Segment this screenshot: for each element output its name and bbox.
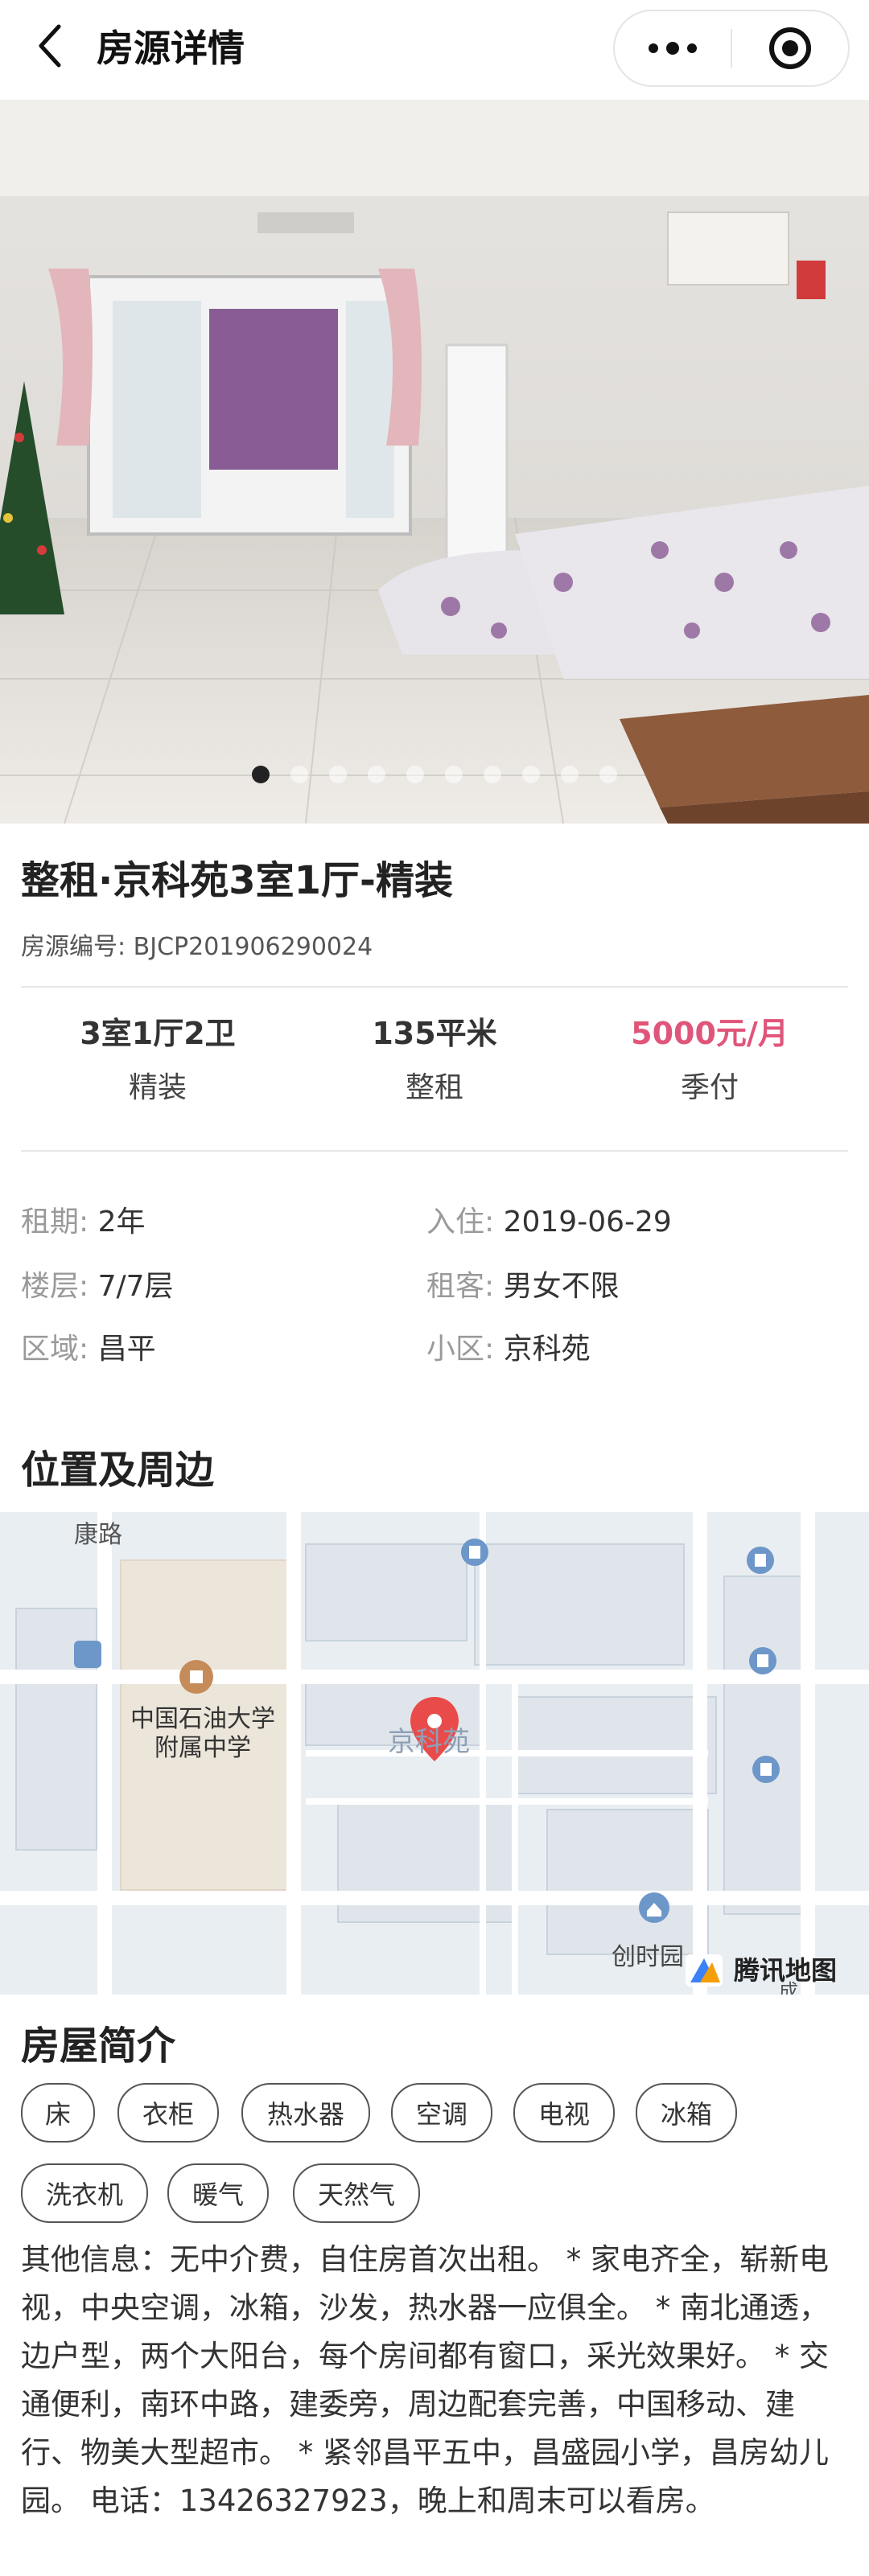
facility-tag: 电视 — [513, 2083, 615, 2143]
stat-area: 135平米 整租 — [314, 1009, 555, 1106]
more-button[interactable] — [615, 11, 731, 85]
key-stats: 3室1厅2卫 精装 135平米 整租 5000元/月 季付 — [21, 1009, 848, 1113]
divider — [21, 1150, 848, 1152]
location-title: 位置及周边 — [21, 1448, 215, 1493]
detail-label: 楼层: — [21, 1270, 89, 1303]
map-edge-label: 成 — [779, 1980, 798, 1995]
map-school-label: 中国石油大学 附属中学 — [106, 1705, 299, 1763]
facility-tag: 床 — [21, 2083, 95, 2143]
top-nav-bar: 房源详情 — [0, 0, 869, 100]
stat-price: 5000元/月 季付 — [589, 1009, 830, 1106]
detail-value: 昌平 — [97, 1333, 156, 1366]
back-button[interactable] — [23, 18, 79, 74]
mini-program-capsule — [613, 10, 850, 87]
close-capsule-button[interactable] — [732, 11, 848, 85]
price-value: 5000元/月 — [631, 1016, 789, 1051]
facility-tag: 洗衣机 — [21, 2163, 148, 2223]
house-description: 其他信息：无中介费，自住房首次出租。 * 家电齐全，崭新电视，中央空调，冰箱，沙… — [21, 2242, 830, 2518]
listing-code: 房源编号: BJCP201906290024 — [21, 926, 373, 962]
more-dots-icon — [649, 42, 697, 55]
carousel-dot[interactable] — [522, 766, 540, 783]
house-photo-carousel[interactable] — [0, 100, 869, 824]
facility-tag: 冰箱 — [636, 2083, 737, 2143]
detail-label: 区域: — [21, 1333, 89, 1366]
stat-sub: 整租 — [405, 1071, 463, 1104]
living-room-photo — [0, 100, 869, 824]
detail-value: 7/7层 — [97, 1270, 174, 1303]
carousel-dot[interactable] — [368, 766, 385, 783]
facility-tag: 衣柜 — [117, 2083, 219, 2143]
stat-value: 3室1厅2卫 — [80, 1016, 236, 1051]
back-arrow-icon — [39, 24, 61, 68]
page-title: 房源详情 — [97, 27, 245, 70]
detail-value: 2年 — [97, 1206, 146, 1239]
facility-tag: 热水器 — [241, 2083, 370, 2143]
detail-value: 男女不限 — [503, 1270, 620, 1303]
carousel-dot[interactable] — [445, 766, 463, 783]
map-school-line2: 附属中学 — [154, 1734, 251, 1762]
map-pin-label: 京科苑 — [388, 1726, 470, 1758]
detail-tenant: 租客: 男女不限 — [426, 1263, 620, 1304]
listing-title: 整租·京科苑3室1厅-精装 — [21, 858, 453, 903]
carousel-dot[interactable] — [599, 766, 617, 783]
detail-label: 租期: — [21, 1206, 89, 1239]
detail-label: 小区: — [426, 1333, 495, 1366]
listing-code-value: BJCP201906290024 — [133, 933, 373, 961]
listing-code-label: 房源编号: — [21, 933, 134, 961]
stat-sub: 精装 — [128, 1071, 187, 1104]
stat-layout: 3室1厅2卫 精装 — [37, 1009, 278, 1106]
carousel-dot[interactable] — [290, 766, 308, 783]
stat-value: 135平米 — [372, 1016, 497, 1051]
map-view[interactable]: 康路 中国石油大学 附属中学 京科苑 创时园 腾讯地图 成 — [0, 1512, 869, 1995]
map-school-line1: 中国石油大学 — [130, 1705, 275, 1733]
detail-movein: 入住: 2019-06-29 — [426, 1198, 672, 1240]
facility-tag: 天然气 — [293, 2163, 420, 2223]
divider — [21, 986, 848, 988]
facility-tag: 暖气 — [167, 2163, 269, 2223]
carousel-dot[interactable] — [329, 766, 347, 783]
carousel-dot[interactable] — [406, 766, 424, 783]
detail-value: 京科苑 — [503, 1333, 591, 1366]
detail-floor: 楼层: 7/7层 — [21, 1263, 174, 1304]
facility-tag: 空调 — [391, 2083, 492, 2143]
record-circle-icon — [768, 27, 811, 69]
carousel-dot[interactable] — [252, 766, 270, 783]
intro-title: 房屋简介 — [21, 2023, 176, 2069]
detail-community: 小区: 京科苑 — [426, 1325, 591, 1367]
map-road-label: 康路 — [74, 1521, 122, 1549]
stat-sub: 季付 — [680, 1071, 739, 1104]
map-poi-label: 创时园 — [612, 1943, 684, 1971]
detail-area: 区域: 昌平 — [21, 1325, 156, 1367]
detail-value: 2019-06-29 — [503, 1206, 672, 1239]
detail-label: 租客: — [426, 1270, 495, 1303]
detail-term: 租期: 2年 — [21, 1198, 146, 1240]
carousel-dot[interactable] — [561, 766, 579, 783]
carousel-indicators — [0, 766, 869, 785]
detail-label: 入住: — [426, 1206, 495, 1239]
carousel-dot[interactable] — [484, 766, 501, 783]
